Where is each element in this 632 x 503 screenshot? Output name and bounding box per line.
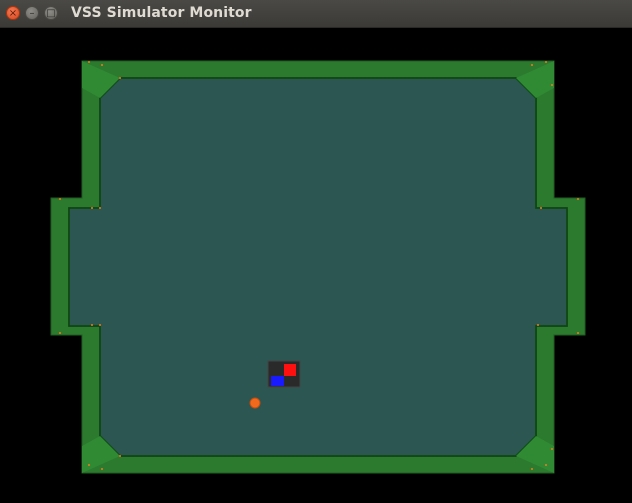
field-surface: [68, 77, 568, 457]
close-window-button[interactable]: ×: [6, 6, 20, 20]
maximize-icon: □: [46, 8, 56, 19]
minimize-icon: –: [29, 8, 35, 19]
maximize-window-button[interactable]: □: [44, 6, 58, 20]
soccer-field-render: [50, 60, 586, 474]
ball[interactable]: [249, 397, 261, 409]
close-icon: ×: [8, 8, 18, 19]
window-titlebar: × – □ VSS Simulator Monitor: [0, 0, 632, 28]
robot-team-patch: [271, 376, 284, 386]
robot-id-patch: [284, 364, 296, 376]
window-title: VSS Simulator Monitor: [71, 5, 252, 21]
robot[interactable]: [267, 360, 301, 388]
minimize-window-button[interactable]: –: [25, 6, 39, 20]
simulator-viewport[interactable]: [0, 28, 632, 503]
